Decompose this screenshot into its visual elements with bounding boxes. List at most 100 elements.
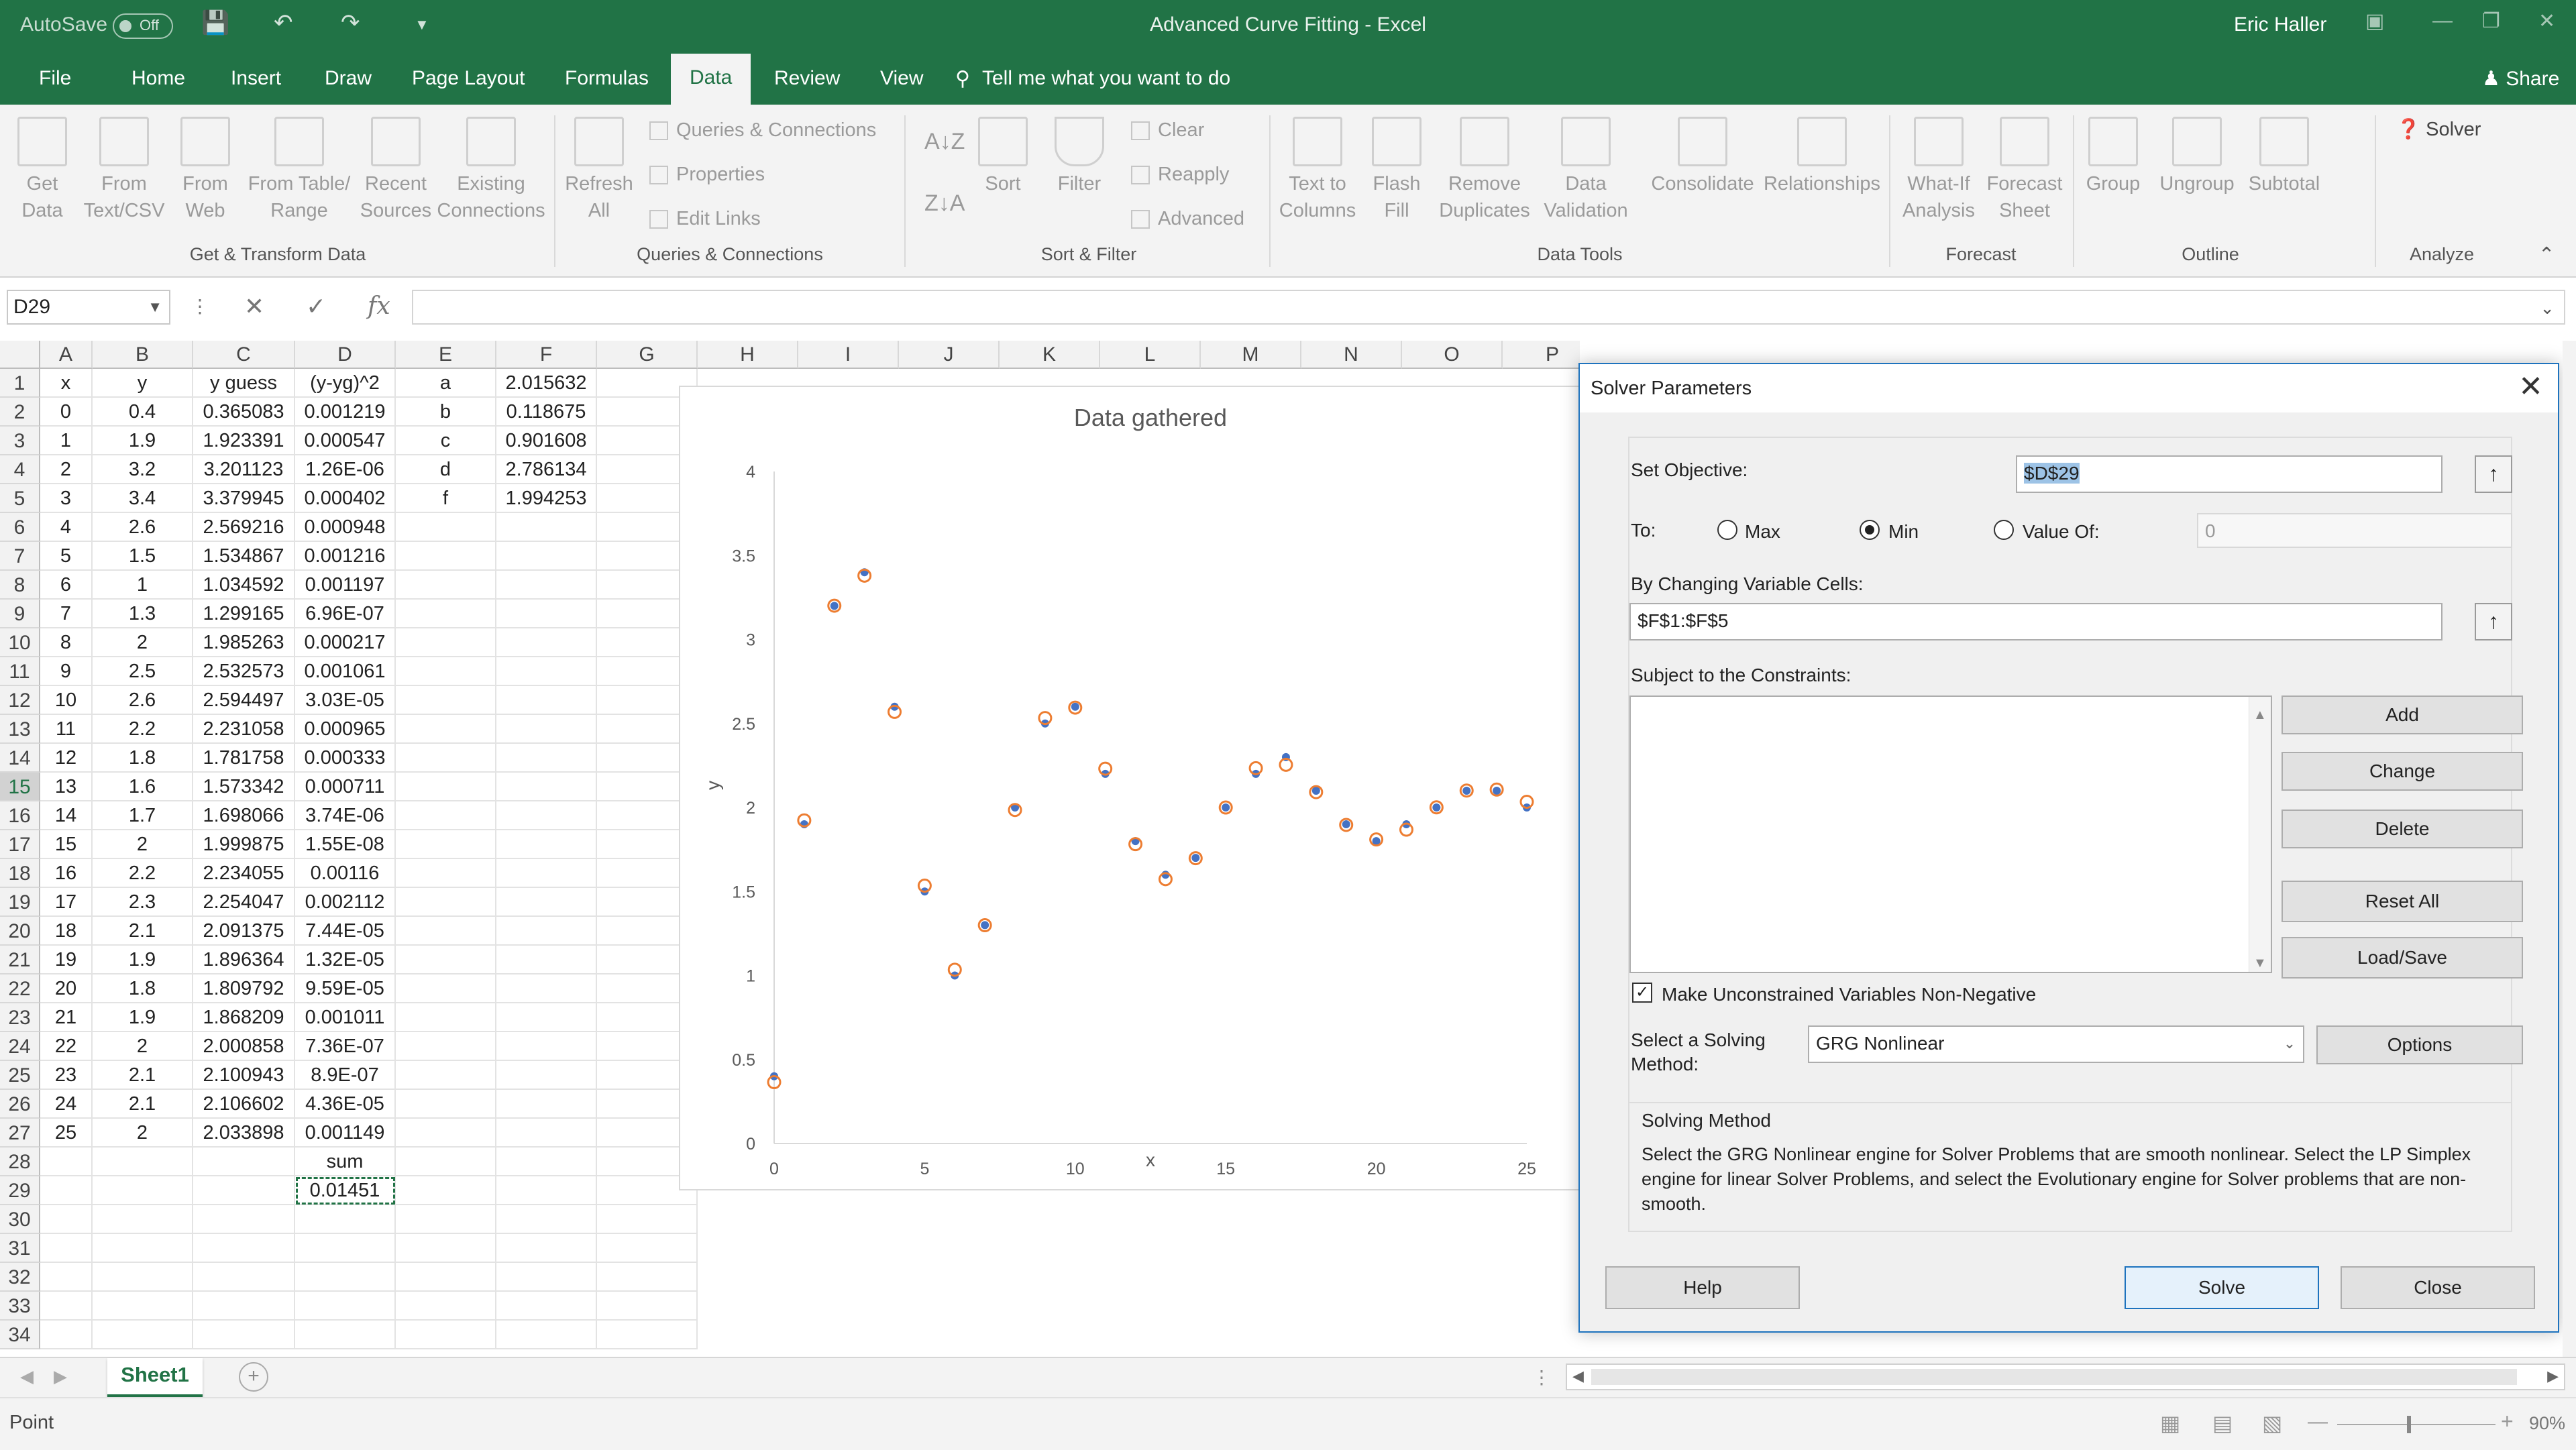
- row-header-25[interactable]: 25: [0, 1061, 40, 1090]
- cell-d6[interactable]: 0.000948: [295, 513, 396, 542]
- data-point-series-1[interactable]: [1071, 702, 1079, 711]
- cell-f8[interactable]: [496, 571, 597, 600]
- row-header-19[interactable]: 19: [0, 888, 40, 917]
- cell-c10[interactable]: 1.985263: [193, 628, 295, 657]
- cell-f4[interactable]: 2.786134: [496, 455, 597, 484]
- cell-c2[interactable]: 0.365083: [193, 398, 295, 427]
- cell-d16[interactable]: 3.74E-06: [295, 801, 396, 830]
- constraints-scrollbar[interactable]: ▲ ▼: [2249, 697, 2271, 972]
- cell-d31[interactable]: [295, 1234, 396, 1263]
- scroll-right-icon[interactable]: ▶: [54, 1366, 67, 1387]
- row-header-11[interactable]: 11: [0, 657, 40, 686]
- cell-e22[interactable]: [396, 974, 496, 1003]
- cell-e3[interactable]: c: [396, 427, 496, 455]
- restore-icon[interactable]: ❐: [2482, 9, 2500, 33]
- cell-d7[interactable]: 0.001216: [295, 542, 396, 571]
- cell-b23[interactable]: 1.9: [93, 1003, 193, 1032]
- cell-a20[interactable]: 18: [40, 917, 93, 946]
- cell-b11[interactable]: 2.5: [93, 657, 193, 686]
- row-header-4[interactable]: 4: [0, 455, 40, 484]
- cell-a21[interactable]: 19: [40, 946, 93, 974]
- value-of-radio[interactable]: [1994, 520, 2014, 540]
- cell-c7[interactable]: 1.534867: [193, 542, 295, 571]
- cell-d19[interactable]: 0.002112: [295, 888, 396, 917]
- column-header-i[interactable]: I: [798, 341, 899, 369]
- select-all-corner[interactable]: [0, 341, 40, 369]
- cancel-icon[interactable]: ✕: [244, 292, 264, 321]
- cell-e17[interactable]: [396, 830, 496, 859]
- cell-b24[interactable]: 2: [93, 1032, 193, 1061]
- sort-ascending-icon[interactable]: A↓Z: [924, 129, 965, 155]
- cell-c23[interactable]: 1.868209: [193, 1003, 295, 1032]
- cell-e15[interactable]: [396, 773, 496, 801]
- cell-a27[interactable]: 25: [40, 1119, 93, 1148]
- consolidate-button[interactable]: Consolidate: [1642, 117, 1763, 197]
- cell-f17[interactable]: [496, 830, 597, 859]
- cell-b4[interactable]: 3.2: [93, 455, 193, 484]
- cell-e27[interactable]: [396, 1119, 496, 1148]
- user-name[interactable]: Eric Haller: [2234, 13, 2326, 36]
- cell-a33[interactable]: [40, 1292, 93, 1321]
- edit-links-button[interactable]: Edit Links: [649, 208, 761, 230]
- cell-a7[interactable]: 5: [40, 542, 93, 571]
- cell-b19[interactable]: 2.3: [93, 888, 193, 917]
- row-header-17[interactable]: 17: [0, 830, 40, 859]
- cell-d32[interactable]: [295, 1263, 396, 1292]
- cell-c5[interactable]: 3.379945: [193, 484, 295, 513]
- cell-a10[interactable]: 8: [40, 628, 93, 657]
- cell-b12[interactable]: 2.6: [93, 686, 193, 715]
- data-validation-button[interactable]: Data Validation: [1540, 117, 1631, 224]
- tab-formulas[interactable]: Formulas: [565, 67, 649, 90]
- row-header-1[interactable]: 1: [0, 369, 40, 398]
- row-header-13[interactable]: 13: [0, 715, 40, 744]
- tell-me-search[interactable]: Tell me what you want to do: [982, 67, 1230, 90]
- cell-e1[interactable]: a: [396, 369, 496, 398]
- cell-e31[interactable]: [396, 1234, 496, 1263]
- cell-d1[interactable]: (y-yg)^2: [295, 369, 396, 398]
- data-point-series-1[interactable]: [1191, 854, 1200, 862]
- cell-a17[interactable]: 15: [40, 830, 93, 859]
- cell-c21[interactable]: 1.896364: [193, 946, 295, 974]
- cell-e28[interactable]: [396, 1148, 496, 1176]
- row-header-6[interactable]: 6: [0, 513, 40, 542]
- tab-view[interactable]: View: [880, 67, 923, 90]
- cell-d15[interactable]: 0.000711: [295, 773, 396, 801]
- cell-g30[interactable]: [597, 1205, 698, 1234]
- cell-c3[interactable]: 1.923391: [193, 427, 295, 455]
- column-header-o[interactable]: O: [1402, 341, 1503, 369]
- cell-f31[interactable]: [496, 1234, 597, 1263]
- refresh-all-button[interactable]: Refresh All: [562, 117, 636, 224]
- cell-a1[interactable]: x: [40, 369, 93, 398]
- cell-e25[interactable]: [396, 1061, 496, 1090]
- cell-c31[interactable]: [193, 1234, 295, 1263]
- group-button[interactable]: Group: [2081, 117, 2145, 197]
- tab-insert[interactable]: Insert: [231, 67, 281, 90]
- get-data-button[interactable]: Get Data: [9, 117, 75, 224]
- close-button[interactable]: Close: [2341, 1266, 2535, 1309]
- cell-d3[interactable]: 0.000547: [295, 427, 396, 455]
- cell-b18[interactable]: 2.2: [93, 859, 193, 888]
- row-header-34[interactable]: 34: [0, 1321, 40, 1349]
- cell-f33[interactable]: [496, 1292, 597, 1321]
- cell-f24[interactable]: [496, 1032, 597, 1061]
- cell-b2[interactable]: 0.4: [93, 398, 193, 427]
- cell-a11[interactable]: 9: [40, 657, 93, 686]
- page-layout-view-icon[interactable]: ▤: [2212, 1410, 2233, 1436]
- cell-e29[interactable]: [396, 1176, 496, 1205]
- cell-d20[interactable]: 7.44E-05: [295, 917, 396, 946]
- cell-f6[interactable]: [496, 513, 597, 542]
- cell-e6[interactable]: [396, 513, 496, 542]
- cell-b6[interactable]: 2.6: [93, 513, 193, 542]
- remove-duplicates-button[interactable]: Remove Duplicates: [1433, 117, 1536, 224]
- cell-e13[interactable]: [396, 715, 496, 744]
- column-header-f[interactable]: F: [496, 341, 597, 369]
- cell-d10[interactable]: 0.000217: [295, 628, 396, 657]
- cell-a26[interactable]: 24: [40, 1090, 93, 1119]
- data-point-series-1[interactable]: [1222, 803, 1230, 812]
- cell-a28[interactable]: [40, 1148, 93, 1176]
- cell-c12[interactable]: 2.594497: [193, 686, 295, 715]
- cell-a23[interactable]: 21: [40, 1003, 93, 1032]
- existing-connections-button[interactable]: Existing Connections: [436, 117, 546, 224]
- cell-c29[interactable]: [193, 1176, 295, 1205]
- cell-f18[interactable]: [496, 859, 597, 888]
